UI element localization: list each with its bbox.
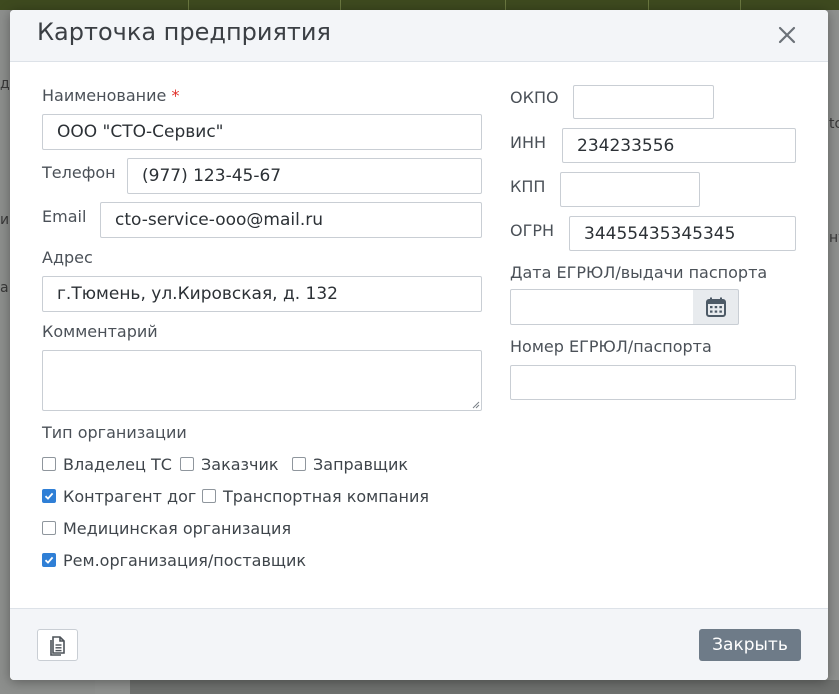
background-text: а	[0, 280, 9, 296]
dialog-title: Карточка предприятия	[37, 18, 331, 46]
dialog-header: Карточка предприятия	[10, 10, 828, 62]
checkbox-box[interactable]	[292, 457, 306, 471]
checkbox-label: Заказчик	[201, 454, 279, 474]
okpo-label: ОКПО	[510, 88, 559, 107]
checkbox-label: Медицинская организация	[63, 518, 292, 538]
checkbox-label: Транспортная компания	[223, 486, 429, 506]
background-bottom-bar	[130, 680, 839, 694]
resize-grip-icon[interactable]	[472, 401, 480, 409]
checkbox-label: Владелец ТС	[63, 454, 172, 474]
required-mark: *	[171, 86, 180, 105]
kpp-label: КПП	[510, 177, 546, 196]
org-type-label: Тип организации	[42, 423, 187, 442]
background-topbar	[0, 0, 839, 10]
checkbox-box[interactable]	[202, 489, 216, 503]
checkbox-label: Заправщик	[313, 454, 409, 474]
checkbox-box[interactable]	[180, 457, 194, 471]
check-icon	[44, 492, 54, 500]
calendar-icon	[705, 297, 726, 317]
document-icon	[49, 636, 65, 656]
kpp-field[interactable]	[560, 172, 700, 207]
egrul-number-label: Номер ЕГРЮЛ/паспорта	[510, 337, 712, 356]
inn-label: ИНН	[510, 133, 547, 152]
checkbox-medical-org[interactable]: Медицинская организация	[42, 518, 291, 538]
name-label: Наименование *	[42, 86, 180, 105]
email-field[interactable]: cto-service-ooo@mail.ru	[100, 202, 482, 238]
background-text: to	[829, 116, 839, 132]
calendar-button[interactable]	[693, 289, 739, 325]
checkbox-owner-ts[interactable]: Владелец ТС	[42, 454, 172, 474]
comment-textarea[interactable]	[42, 350, 482, 411]
background-text: и	[0, 212, 10, 228]
close-button[interactable]: Закрыть	[699, 629, 801, 661]
check-icon	[44, 556, 54, 564]
checkbox-box-checked[interactable]	[42, 553, 56, 567]
background-text: д	[0, 76, 10, 92]
egrul-date-field[interactable]	[510, 289, 694, 325]
address-field[interactable]: г.Тюмень, ул.Кировская, д. 132	[42, 276, 482, 312]
phone-field[interactable]: (977) 123-45-67	[127, 158, 482, 194]
phone-label: Телефон	[42, 163, 116, 182]
comment-label: Комментарий	[42, 322, 158, 341]
egrul-date-label: Дата ЕГРЮЛ/выдачи паспорта	[510, 263, 768, 282]
document-button[interactable]	[37, 629, 78, 661]
enterprise-card-dialog: Карточка предприятия Наименование * ООО …	[10, 10, 828, 680]
address-label: Адрес	[42, 248, 93, 267]
close-icon[interactable]	[772, 20, 802, 50]
checkbox-label: Контрагент дог	[63, 486, 197, 506]
name-field[interactable]: ООО "СТО-Сервис"	[42, 114, 482, 150]
checkbox-customer[interactable]: Заказчик	[180, 454, 279, 474]
okpo-field[interactable]	[573, 85, 714, 119]
background-text: ну	[829, 230, 839, 246]
checkbox-refueler[interactable]: Заправщик	[292, 454, 408, 474]
dialog-footer: Закрыть	[10, 608, 828, 680]
checkbox-box[interactable]	[42, 457, 56, 471]
email-label: Email	[42, 207, 87, 226]
ogrn-field[interactable]: 34455435345345	[569, 216, 796, 251]
inn-field[interactable]: 234233556	[562, 128, 796, 163]
checkbox-label: Рем.организация/поставщик	[63, 550, 307, 570]
checkbox-transport-company[interactable]: Транспортная компания	[202, 486, 429, 506]
egrul-number-field[interactable]	[510, 365, 796, 400]
ogrn-label: ОГРН	[510, 221, 555, 240]
checkbox-repair-supplier[interactable]: Рем.организация/поставщик	[42, 550, 306, 570]
checkbox-box-checked[interactable]	[42, 489, 56, 503]
checkbox-box[interactable]	[42, 521, 56, 535]
checkbox-contractor[interactable]: Контрагент дог	[42, 486, 196, 506]
